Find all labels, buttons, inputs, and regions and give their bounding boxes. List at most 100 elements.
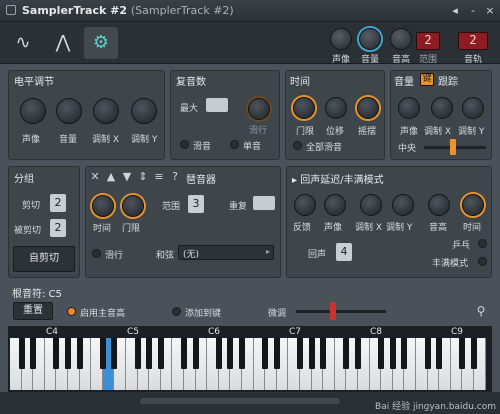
level-modx-label: 调制 X xyxy=(92,135,120,145)
arp-repeat-field[interactable] xyxy=(253,196,275,210)
piano-black-key[interactable] xyxy=(273,338,280,369)
piano-black-key[interactable] xyxy=(401,338,408,369)
piano-black-key[interactable] xyxy=(308,338,315,369)
piano-black-key[interactable] xyxy=(215,338,222,369)
arp-slide-radio[interactable] xyxy=(92,249,101,258)
level-pan-knob[interactable] xyxy=(20,98,46,124)
track-pan-knob[interactable] xyxy=(398,97,420,119)
cut-by-stepper[interactable]: 2 xyxy=(50,219,66,237)
piano-black-key[interactable] xyxy=(65,338,71,369)
fine-tune-track[interactable] xyxy=(296,310,386,313)
piano-black-key[interactable] xyxy=(181,338,187,369)
pingpong-label: 乒乓 xyxy=(452,241,471,251)
help-icon[interactable]: ? xyxy=(168,170,182,184)
center-slider-handle[interactable] xyxy=(450,139,456,155)
echo-pitch-knob[interactable] xyxy=(428,194,450,216)
echo-modx-knob[interactable] xyxy=(360,194,382,216)
piano-black-key[interactable] xyxy=(262,338,269,369)
key-badge[interactable]: 键 xyxy=(420,73,434,86)
piano-black-key[interactable] xyxy=(378,338,385,369)
octave-label: C6 xyxy=(208,327,221,337)
piano-black-key[interactable] xyxy=(30,338,37,369)
arp-range-stepper[interactable]: 3 xyxy=(188,195,204,213)
keyboard-scrollbar[interactable] xyxy=(140,398,340,404)
echo-mody-knob[interactable] xyxy=(392,194,414,216)
piano-black-key[interactable] xyxy=(192,338,199,369)
piano-black-key[interactable] xyxy=(134,338,141,369)
octave-label: C8 xyxy=(370,327,383,337)
minimize-button[interactable]: - xyxy=(466,4,480,18)
track-modx-knob[interactable] xyxy=(431,97,453,119)
wrench-small-icon[interactable]: ⚲ xyxy=(474,304,488,318)
piano-black-key[interactable] xyxy=(389,338,396,369)
level-mody-knob[interactable] xyxy=(131,98,157,124)
fat-mode-radio[interactable] xyxy=(478,257,487,266)
piano-black-key[interactable] xyxy=(111,338,118,369)
piano-black-key[interactable] xyxy=(297,338,303,369)
piano-black-key[interactable] xyxy=(76,338,83,369)
envelope-icon[interactable]: ⋀ xyxy=(46,27,80,59)
echo-time-knob[interactable] xyxy=(462,194,484,216)
portamento-radio[interactable] xyxy=(180,140,189,149)
piano-black-key[interactable] xyxy=(227,338,234,369)
swing-knob[interactable] xyxy=(357,97,379,119)
list-icon[interactable]: ≡ xyxy=(152,170,166,184)
all-slide-radio[interactable] xyxy=(293,141,302,150)
pingpong-radio[interactable] xyxy=(478,239,487,248)
level-volume-knob[interactable] xyxy=(56,98,82,124)
echo-feedback-label: 反馈 xyxy=(293,223,312,233)
arp-range-label: 范围 xyxy=(162,202,181,212)
piano-black-key[interactable] xyxy=(18,338,25,369)
close-icon[interactable]: ✕ xyxy=(88,170,102,184)
range-display[interactable]: 2 xyxy=(416,32,440,50)
echo-feedback-knob[interactable] xyxy=(294,194,316,216)
arrow-down-icon[interactable]: ▼ xyxy=(120,170,134,184)
pitch-knob[interactable] xyxy=(390,28,412,50)
window-menu-icon[interactable] xyxy=(6,5,16,15)
add-to-key-radio[interactable] xyxy=(172,307,181,316)
echo-count-stepper[interactable]: 4 xyxy=(336,243,352,261)
volume-knob[interactable] xyxy=(359,28,381,50)
fine-tune-handle[interactable] xyxy=(330,302,336,320)
level-modx-knob[interactable] xyxy=(93,98,119,124)
piano-black-key[interactable] xyxy=(157,338,164,369)
auto-cut-button[interactable]: 自剪切 xyxy=(13,246,75,272)
level-volume-label: 音量 xyxy=(59,135,78,145)
piano-black-key[interactable] xyxy=(355,338,361,369)
piano-black-key[interactable] xyxy=(343,338,350,369)
waveform-icon[interactable]: ∿ xyxy=(6,27,40,59)
mono-radio[interactable] xyxy=(230,140,239,149)
echo-pan-knob[interactable] xyxy=(324,194,346,216)
chord-select[interactable]: (无) ▸ xyxy=(178,245,274,260)
arrow-left-icon[interactable]: ◂ xyxy=(448,4,462,18)
up-down-icon[interactable]: ⇕ xyxy=(136,170,150,184)
use-main-pitch-radio[interactable] xyxy=(67,307,76,316)
echo-time-label: 时间 xyxy=(463,223,482,233)
arrow-up-icon[interactable]: ▲ xyxy=(104,170,118,184)
track-display[interactable]: 2 xyxy=(458,32,488,50)
arp-slide-label: 滑行 xyxy=(105,251,124,261)
close-button[interactable]: × xyxy=(483,4,497,18)
shift-knob[interactable] xyxy=(325,97,347,119)
wrench-icon[interactable]: ⚙ xyxy=(84,27,118,59)
cut-stepper[interactable]: 2 xyxy=(50,194,66,212)
gate-knob[interactable] xyxy=(293,97,315,119)
piano-black-key[interactable] xyxy=(320,338,327,369)
echo-modx-label: 调制 X xyxy=(355,223,383,233)
piano-black-key[interactable] xyxy=(471,338,477,369)
piano-black-key[interactable] xyxy=(146,338,153,369)
arp-gate-knob[interactable] xyxy=(122,195,144,217)
max-voices-field[interactable] xyxy=(206,98,228,112)
piano-black-key[interactable] xyxy=(436,338,443,369)
piano-black-key[interactable] xyxy=(424,338,431,369)
piano-black-key[interactable] xyxy=(53,338,60,369)
piano-black-key[interactable] xyxy=(99,338,106,369)
arp-time-knob[interactable] xyxy=(92,195,114,217)
piano-black-key[interactable] xyxy=(459,338,466,369)
reset-button[interactable]: 重置 xyxy=(13,302,53,320)
slide-knob[interactable] xyxy=(248,98,270,120)
piano-black-key[interactable] xyxy=(239,338,245,369)
pan-knob[interactable] xyxy=(330,28,352,50)
volume-label: 音量 xyxy=(360,55,379,65)
track-mody-knob[interactable] xyxy=(462,97,484,119)
